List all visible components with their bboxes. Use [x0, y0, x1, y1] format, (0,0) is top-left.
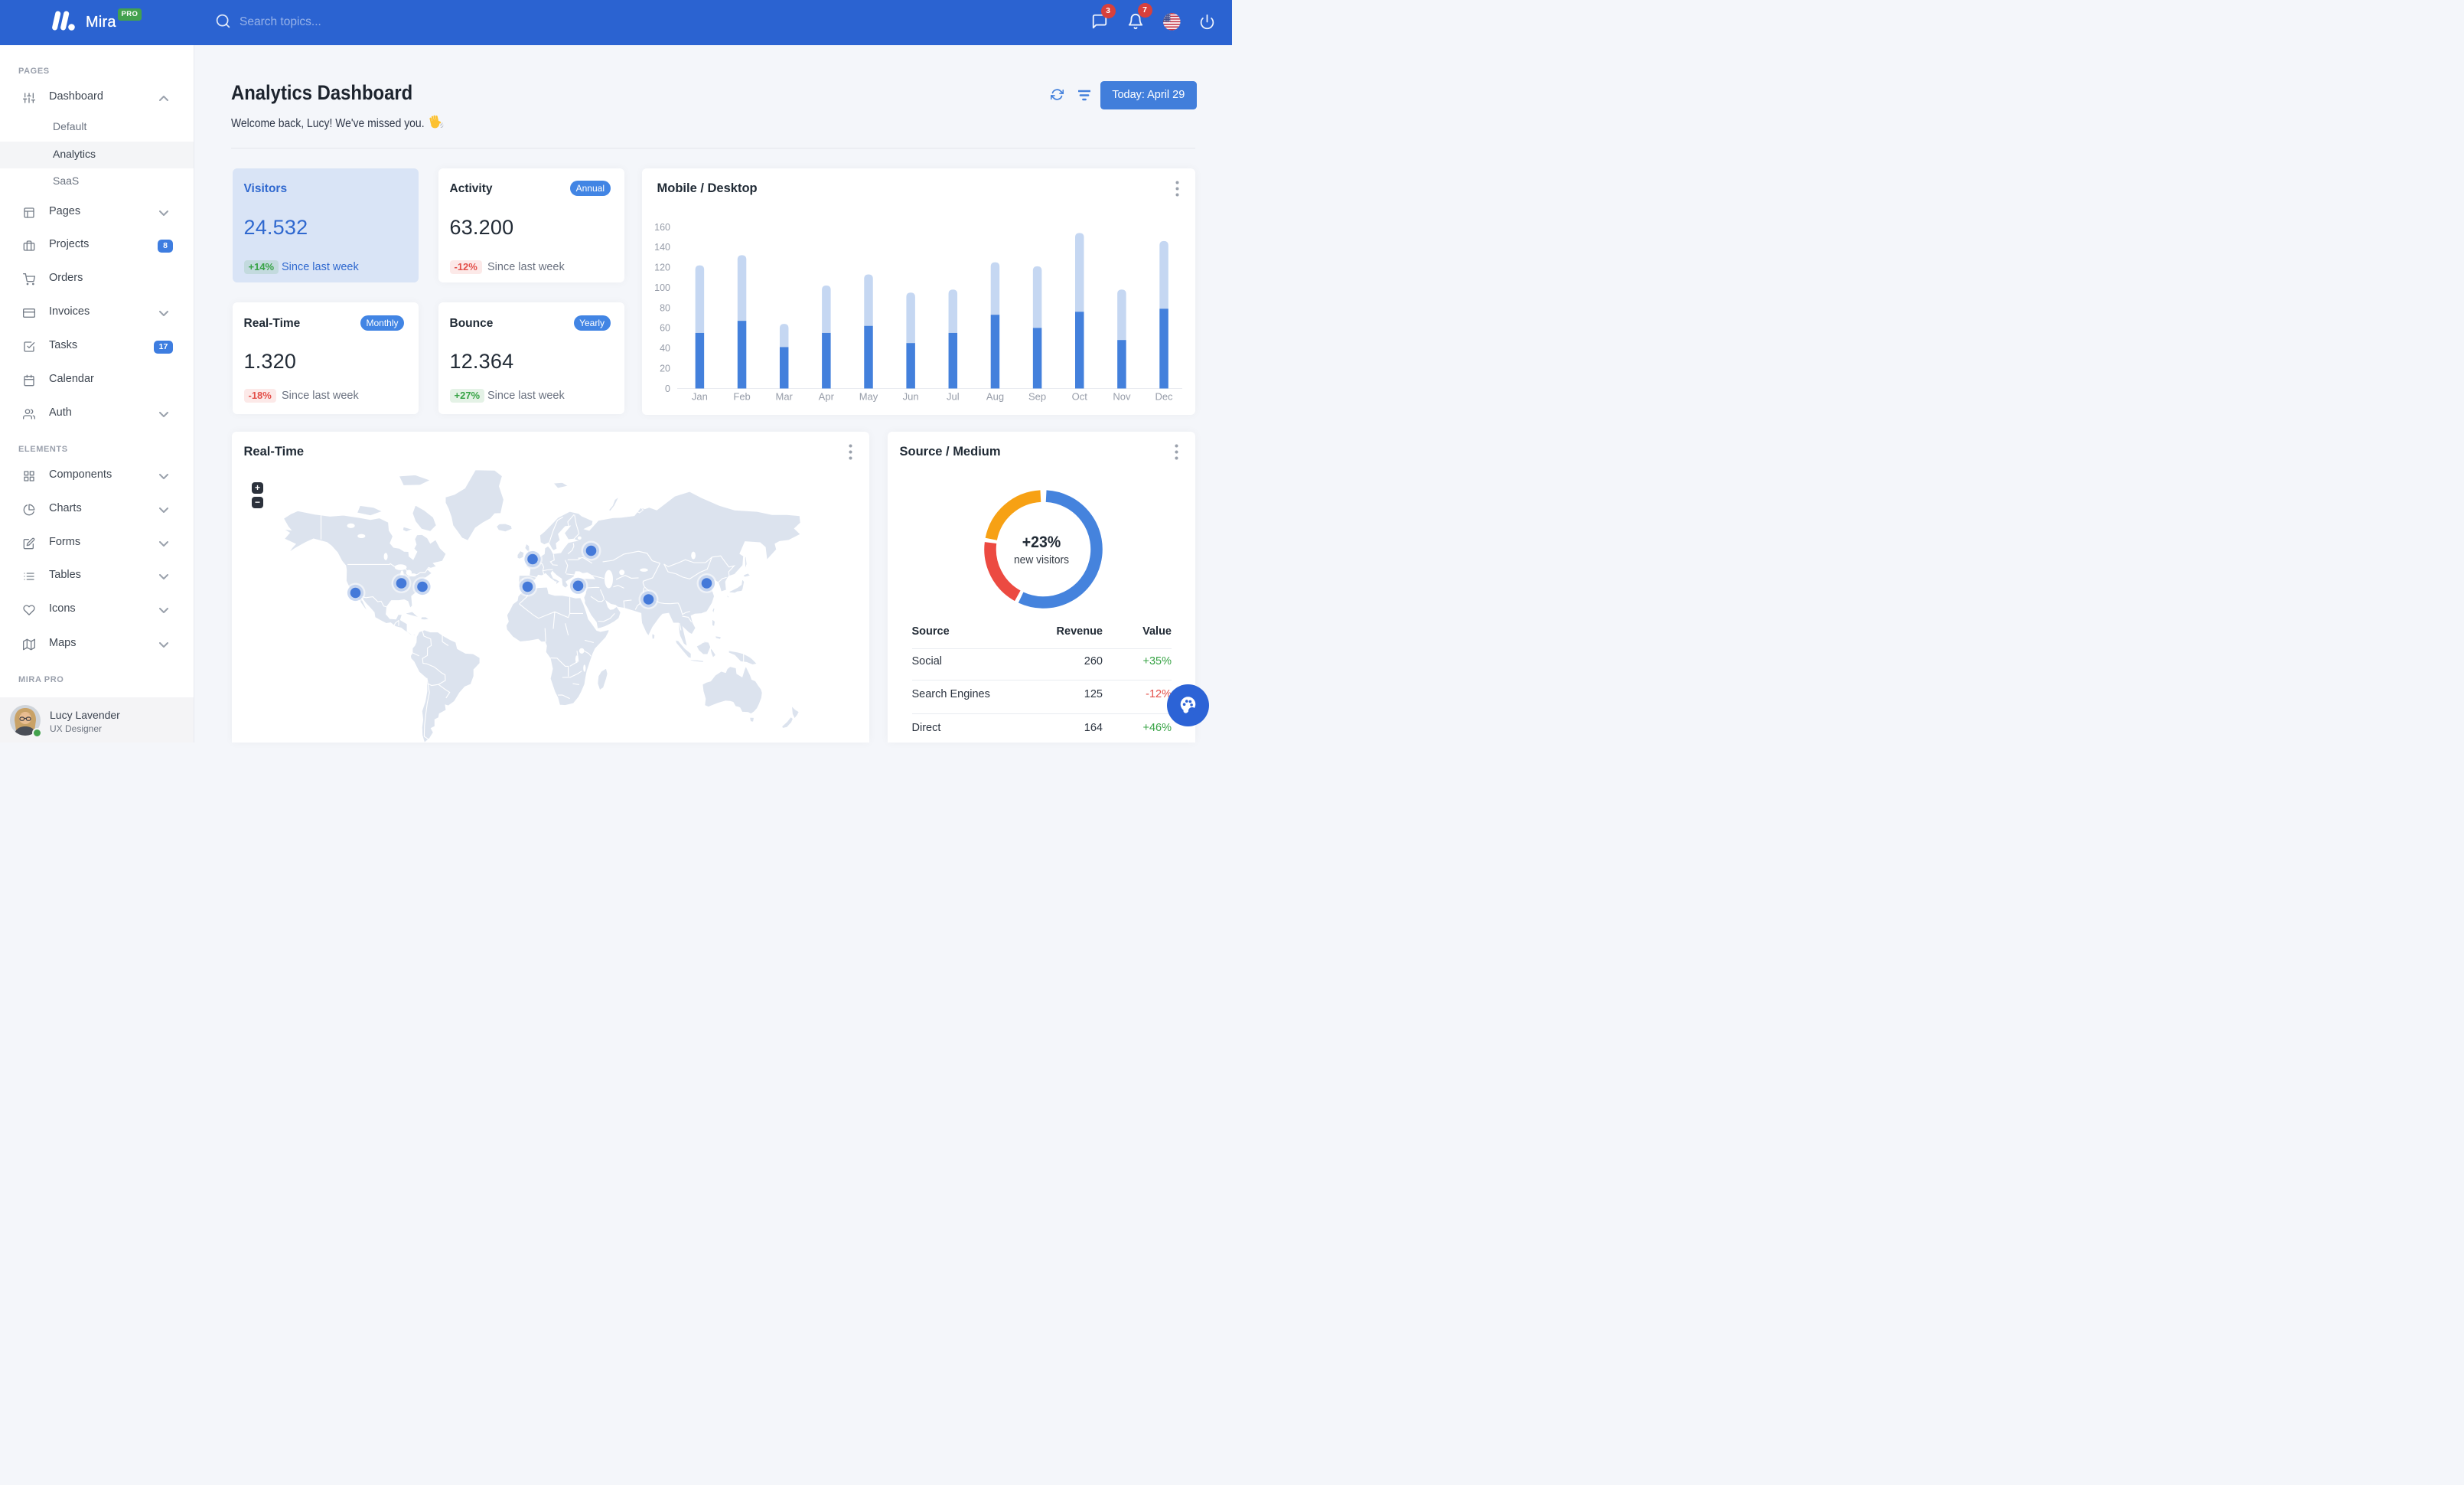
svg-text:Oct: Oct: [1072, 390, 1088, 402]
svg-text:Nov: Nov: [1113, 390, 1131, 402]
svg-text:40: 40: [660, 343, 670, 354]
svg-text:60: 60: [660, 322, 670, 333]
svg-text:Aug: Aug: [986, 390, 1004, 402]
svg-text:140: 140: [654, 242, 670, 253]
svg-text:Dec: Dec: [1155, 390, 1173, 402]
svg-text:Jun: Jun: [903, 390, 919, 402]
svg-text:Jul: Jul: [947, 390, 960, 402]
svg-text:20: 20: [660, 363, 670, 374]
svg-text:Feb: Feb: [733, 390, 750, 402]
svg-text:Mar: Mar: [776, 390, 794, 402]
svg-text:0: 0: [665, 383, 670, 393]
svg-text:Jan: Jan: [692, 390, 708, 402]
svg-text:Apr: Apr: [819, 390, 835, 402]
svg-text:May: May: [859, 390, 878, 402]
svg-text:160: 160: [654, 221, 670, 232]
svg-text:80: 80: [660, 302, 670, 313]
svg-text:Sep: Sep: [1028, 390, 1046, 402]
svg-text:120: 120: [654, 262, 670, 273]
svg-text:100: 100: [654, 282, 670, 292]
